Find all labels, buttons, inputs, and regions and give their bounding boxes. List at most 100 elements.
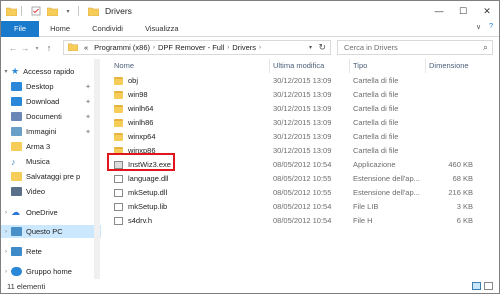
close-button[interactable]: ✕ — [475, 1, 499, 21]
nav-item-pictures[interactable]: Immagini ✦ — [1, 125, 101, 138]
list-item[interactable]: winlh86 30/12/2015 13:09 Cartella di fil… — [103, 117, 493, 129]
breadcrumb-drivers[interactable]: Drivers — [232, 43, 256, 52]
forward-button[interactable]: → — [19, 43, 31, 53]
address-row: ← → ▾ ↑ « Programmi (x86) › DPF Remover … — [1, 38, 499, 58]
list-item[interactable]: mkSetup.dll 08/05/2012 10:55 Estensione … — [103, 187, 493, 199]
column-header-type[interactable]: Tipo — [353, 61, 367, 70]
back-button[interactable]: ← — [7, 43, 19, 53]
nav-item-label: Immagini — [26, 127, 57, 136]
column-header-size[interactable]: Dimensione — [429, 61, 469, 70]
ribbon-tabs: File Home Condividi Visualizza ∨ ? — [1, 20, 499, 37]
divider — [78, 6, 79, 16]
list-item[interactable]: obj 30/12/2015 13:09 Cartella di file — [103, 75, 493, 87]
status-bar: 11 elementi — [1, 279, 499, 293]
nav-item-homegroup[interactable]: › Gruppo home — [1, 265, 101, 278]
breadcrumb-prefix[interactable]: « — [84, 43, 88, 52]
network-icon — [11, 247, 22, 256]
list-item[interactable]: winlh64 30/12/2015 13:09 Cartella di fil… — [103, 103, 493, 115]
new-folder-icon[interactable] — [46, 5, 58, 17]
nav-item-arma3[interactable]: Arma 3 — [1, 140, 101, 153]
file-type: Cartella di file — [353, 132, 399, 141]
pin-icon: ✦ — [85, 128, 91, 136]
nav-item-documents[interactable]: Documenti ✦ — [1, 110, 101, 123]
file-name: winxp64 — [128, 132, 156, 141]
nav-item-network[interactable]: › Rete — [1, 245, 101, 258]
breadcrumb-programmi[interactable]: Programmi (x86) — [94, 43, 150, 52]
file-type: File LIB — [353, 202, 379, 211]
view-switcher — [472, 282, 493, 290]
list-item[interactable]: winxp64 30/12/2015 13:09 Cartella di fil… — [103, 131, 493, 143]
window-title: Drivers — [105, 6, 132, 16]
chevron-right-icon[interactable]: › — [259, 45, 261, 51]
refresh-icon[interactable]: ↻ — [318, 42, 326, 53]
chevron-right-icon[interactable]: › — [227, 45, 229, 51]
nav-item-video[interactable]: Video — [1, 185, 101, 198]
tab-view[interactable]: Visualizza — [134, 21, 190, 37]
nav-item-this-pc[interactable]: › Questo PC — [1, 225, 101, 238]
nav-item-quick-access[interactable]: ▾ ★ Accesso rapido — [1, 65, 101, 78]
list-item[interactable]: win98 30/12/2015 13:09 Cartella di file — [103, 89, 493, 101]
tab-file[interactable]: File — [1, 20, 40, 37]
file-size: 68 KB — [452, 174, 473, 183]
column-header-date[interactable]: Ultima modifica — [273, 61, 324, 70]
nav-item-music[interactable]: ♪ Musica — [1, 155, 101, 168]
list-item[interactable]: mkSetup.lib 08/05/2012 10:54 File LIB 3 … — [103, 201, 493, 213]
file-type: Cartella di file — [353, 146, 399, 155]
nav-item-desktop[interactable]: Desktop ✦ — [1, 80, 101, 93]
chevron-right-icon[interactable]: › — [1, 249, 11, 255]
properties-icon[interactable] — [30, 5, 42, 17]
nav-item-label: Arma 3 — [26, 142, 51, 151]
tab-home[interactable]: Home — [39, 21, 81, 37]
highlight-box — [107, 153, 175, 171]
nav-item-label: Salvataggi pre p — [26, 172, 81, 181]
explorer-window: ▾ Drivers — ☐ ✕ File Home Condividi Visu… — [0, 0, 500, 294]
maximize-button[interactable]: ☐ — [451, 1, 475, 21]
onedrive-icon: ☁ — [11, 207, 20, 217]
chevron-right-icon[interactable]: › — [153, 45, 155, 51]
tab-share[interactable]: Condividi — [81, 21, 134, 37]
nav-item-onedrive[interactable]: › ☁ OneDrive — [1, 206, 101, 219]
divider[interactable] — [349, 59, 350, 73]
chevron-down-icon[interactable]: ▾ — [62, 5, 74, 17]
divider[interactable] — [269, 59, 270, 73]
nav-item-download[interactable]: Download ✦ — [1, 95, 101, 108]
folder-icon — [114, 90, 123, 99]
desktop-icon — [11, 82, 22, 91]
file-date: 30/12/2015 13:09 — [273, 76, 332, 85]
file-type: Estensione dell'ap... — [353, 188, 420, 197]
list-item[interactable]: language.dll 08/05/2012 10:55 Estensione… — [103, 173, 493, 185]
divider[interactable] — [425, 59, 426, 73]
folder-icon — [67, 43, 79, 53]
search-input[interactable]: Cerca in Drivers ⌕ — [337, 40, 493, 55]
details-view-icon[interactable] — [472, 282, 481, 290]
nav-item-label: Questo PC — [26, 227, 63, 236]
help-button[interactable]: ? — [489, 23, 493, 31]
column-header-name[interactable]: Nome — [114, 61, 134, 70]
search-placeholder: Cerca in Drivers — [344, 43, 398, 52]
chevron-right-icon[interactable]: › — [1, 210, 11, 216]
up-button[interactable]: ↑ — [43, 43, 55, 53]
breadcrumb-dpf-remover[interactable]: DPF Remover - Full — [158, 43, 224, 52]
nav-item-saves[interactable]: Salvataggi pre p — [1, 170, 101, 183]
chevron-down-icon[interactable]: ▾ — [309, 44, 312, 51]
nav-item-label: Gruppo home — [26, 267, 72, 276]
file-name: mkSetup.lib — [128, 202, 168, 211]
address-bar[interactable]: « Programmi (x86) › DPF Remover - Full ›… — [63, 40, 331, 55]
file-type: Estensione dell'ap... — [353, 174, 420, 183]
file-size: 6 KB — [456, 216, 473, 225]
list-item[interactable]: s4drv.h 08/05/2012 10:54 File H 6 KB — [103, 215, 493, 227]
title-bar: ▾ Drivers — ☐ ✕ — [1, 1, 499, 21]
chevron-right-icon[interactable]: › — [1, 269, 11, 275]
chevron-down-icon[interactable]: ▾ — [1, 68, 11, 75]
ribbon-expand-button[interactable]: ∨ — [476, 23, 481, 31]
file-date: 30/12/2015 13:09 — [273, 90, 332, 99]
file-name: winlh86 — [128, 118, 154, 127]
column-headers: Nome Ultima modifica Tipo Dimensione — [103, 59, 499, 73]
nav-scrollbar[interactable] — [94, 59, 100, 279]
minimize-button[interactable]: — — [427, 1, 451, 21]
recent-locations-button[interactable]: ▾ — [31, 45, 43, 52]
nav-item-label: OneDrive — [26, 208, 58, 217]
file-date: 08/05/2012 10:54 — [273, 202, 332, 211]
chevron-right-icon[interactable]: › — [1, 229, 11, 235]
large-icons-view-icon[interactable] — [484, 282, 493, 290]
